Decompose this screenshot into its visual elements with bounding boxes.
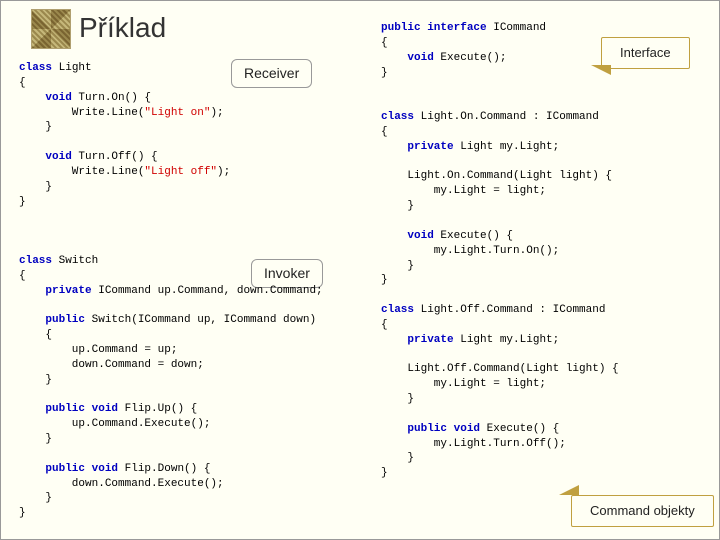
code-left: class Light { void Turn.On() { Write.Lin…	[19, 61, 359, 521]
slide-title: Příklad	[79, 9, 166, 47]
slide: Příklad Receiver Invoker Interface Comma…	[0, 0, 720, 540]
callout-label: Command objekty	[571, 495, 714, 527]
code-right: public interface ICommand { void Execute…	[381, 21, 701, 481]
slide-logo	[31, 9, 71, 49]
callout-command-objects: Command objekty	[571, 495, 714, 527]
